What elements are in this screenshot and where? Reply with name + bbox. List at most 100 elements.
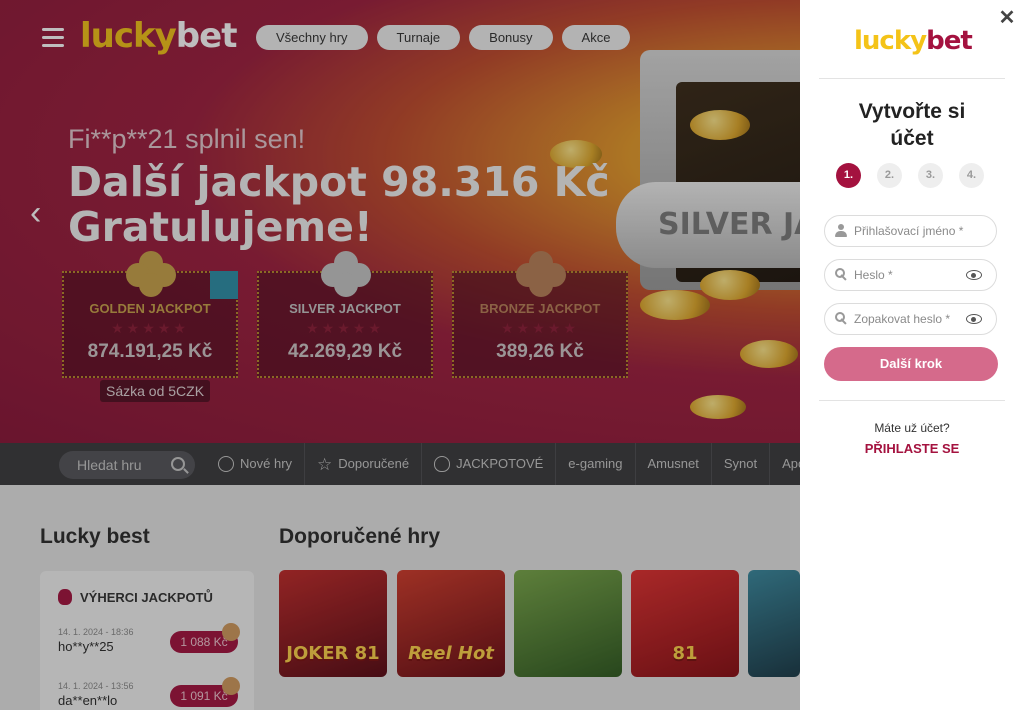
jackpot-title: SILVER JACKPOT bbox=[289, 301, 401, 316]
user-icon bbox=[835, 224, 847, 237]
nav-promotions[interactable]: Akce bbox=[561, 25, 631, 50]
game-tile-label: 81 bbox=[672, 643, 698, 664]
login-link[interactable]: PŘIHLASTE SE bbox=[800, 441, 1024, 456]
signup-title-line2: účet bbox=[890, 127, 934, 150]
category-label: JACKPOTOVÉ bbox=[456, 456, 544, 471]
clover-icon bbox=[222, 677, 240, 695]
signup-panel: luckybet Vytvořte si účet 1. 2. 3. 4. Př… bbox=[800, 0, 1024, 710]
have-account-text: Máte už účet? bbox=[874, 421, 950, 435]
game-search-input[interactable]: Hledat hru bbox=[59, 451, 195, 479]
category-new-games[interactable]: Nové hry bbox=[206, 443, 304, 485]
category-jackpot[interactable]: JACKPOTOVÉ bbox=[421, 443, 555, 485]
password-field[interactable]: Heslo * bbox=[824, 259, 997, 291]
logo-part1: lucky bbox=[80, 16, 177, 56]
signup-title-line1: Vytvořte si bbox=[858, 100, 966, 123]
signup-steps: 1. 2. 3. 4. bbox=[836, 163, 984, 188]
category-label: Synot bbox=[723, 456, 758, 471]
clover-icon bbox=[222, 623, 240, 641]
recommended-games-title: Doporučené hry bbox=[279, 525, 441, 548]
site-logo[interactable]: luckybet bbox=[80, 16, 238, 56]
category-label: e-gaming bbox=[568, 456, 623, 471]
jackpot-amount: 42.269,29 Kč bbox=[287, 341, 403, 362]
new-icon bbox=[218, 456, 234, 472]
game-tile-midnight[interactable] bbox=[748, 570, 800, 677]
category-nav: Nové hry ☆ Doporučené JACKPOTOVÉ e-gaming… bbox=[206, 443, 830, 485]
game-tile-multiplay81[interactable]: 81 bbox=[631, 570, 739, 677]
close-icon[interactable]: ✕ bbox=[998, 8, 1016, 28]
password-repeat-field[interactable]: Zopakovat heslo * bbox=[824, 303, 997, 335]
username-placeholder: Přihlašovací jméno * bbox=[854, 224, 964, 238]
search-icon[interactable] bbox=[171, 457, 185, 471]
winner-row: 14. 1. 2024 - 13:56 da**en**lo 1 091 Kč bbox=[58, 677, 240, 708]
game-tile-reel-hot[interactable]: Reel Hot bbox=[397, 570, 505, 677]
jackpot-amount: 389,26 Kč bbox=[496, 341, 584, 362]
coin-image bbox=[640, 290, 710, 320]
category-label: Amusnet bbox=[647, 456, 699, 471]
panel-logo: luckybet bbox=[854, 26, 973, 56]
divider bbox=[819, 78, 1005, 79]
jackpot-winners-label: VÝHERCI JACKPOTŮ bbox=[80, 589, 213, 605]
lucky-best-title: Lucky best bbox=[40, 525, 150, 548]
carousel-prev-icon[interactable]: ‹ bbox=[30, 194, 41, 233]
jackpot-winners-card: VÝHERCI JACKPOTŮ 14. 1. 2024 - 18:36 ho*… bbox=[40, 571, 254, 710]
jackpot-title: BRONZE JACKPOT bbox=[479, 301, 601, 316]
bet-note: Sázka od 5CZK bbox=[100, 380, 211, 402]
winner-row: 14. 1. 2024 - 18:36 ho**y**25 1 088 Kč bbox=[58, 623, 240, 654]
game-category-bar: Hledat hru Nové hry ☆ Doporučené JACKPOTO… bbox=[0, 443, 818, 485]
category-synot[interactable]: Synot bbox=[710, 443, 769, 485]
bronze-jackpot-card[interactable]: BRONZE JACKPOT ★★★★★ 389,26 Kč bbox=[452, 251, 628, 378]
hero-title-line2: Gratulujeme! bbox=[68, 203, 373, 251]
category-recommended[interactable]: ☆ Doporučené bbox=[304, 443, 421, 485]
star-icon: ☆ bbox=[317, 454, 333, 474]
logo-part1: lucky bbox=[854, 26, 927, 56]
game-tile-label: Reel Hot bbox=[408, 643, 494, 664]
nav-all-games[interactable]: Všechny hry bbox=[256, 25, 368, 50]
jackpot-stars: ★★★★★ bbox=[111, 320, 189, 336]
category-label: Nové hry bbox=[240, 456, 293, 471]
jackpot-stars: ★★★★★ bbox=[501, 320, 579, 336]
jackpot-winners-heading: VÝHERCI JACKPOTŮ bbox=[58, 589, 213, 605]
coin-image bbox=[690, 395, 746, 419]
category-amusnet[interactable]: Amusnet bbox=[634, 443, 711, 485]
game-tile-joker81[interactable]: JOKER 81 bbox=[279, 570, 387, 677]
clover-icon bbox=[126, 251, 176, 297]
password-placeholder: Heslo * bbox=[854, 268, 893, 282]
jackpot-title: GOLDEN JACKPOT bbox=[89, 301, 211, 316]
golden-jackpot-card[interactable]: GOLDEN JACKPOT ★★★★★ 874.191,25 Kč bbox=[62, 251, 238, 378]
jackpot-amount: 874.191,25 Kč bbox=[87, 341, 213, 362]
show-password-icon[interactable] bbox=[966, 270, 982, 280]
coin-image bbox=[700, 270, 760, 300]
jackpot-badge-icon bbox=[210, 271, 238, 299]
category-egaming[interactable]: e-gaming bbox=[555, 443, 634, 485]
clover-icon bbox=[321, 251, 371, 297]
logo-part2: bet bbox=[926, 26, 973, 56]
top-bar: luckybet Všechny hry Turnaje Bonusy Akce bbox=[0, 0, 800, 76]
clover-icon bbox=[516, 251, 566, 297]
key-icon bbox=[835, 312, 847, 325]
step-1: 1. bbox=[836, 163, 861, 188]
divider bbox=[819, 400, 1005, 401]
money-bag-icon bbox=[58, 589, 72, 605]
menu-icon[interactable] bbox=[42, 28, 64, 48]
nav-tournaments[interactable]: Turnaje bbox=[376, 25, 461, 50]
key-icon bbox=[835, 268, 847, 281]
username-field[interactable]: Přihlašovací jméno * bbox=[824, 215, 997, 247]
jackpot-stars: ★★★★★ bbox=[306, 320, 384, 336]
money-bag-icon bbox=[434, 456, 451, 472]
silver-jackpot-card[interactable]: SILVER JACKPOT ★★★★★ 42.269,29 Kč bbox=[257, 251, 433, 378]
show-password-icon[interactable] bbox=[966, 314, 982, 324]
hero-title-line1: Další jackpot 98.316 Kč bbox=[68, 158, 610, 206]
nav-bonuses[interactable]: Bonusy bbox=[469, 25, 553, 50]
hero-subtitle: Fi**p**21 splnil sen! bbox=[68, 124, 306, 154]
main-nav: Všechny hry Turnaje Bonusy Akce bbox=[256, 25, 631, 50]
next-step-button[interactable]: Další krok bbox=[824, 347, 998, 381]
hero-title: Další jackpot 98.316 Kč Gratulujeme! bbox=[68, 160, 610, 250]
game-tile-monsters[interactable] bbox=[514, 570, 622, 677]
password-repeat-placeholder: Zopakovat heslo * bbox=[854, 312, 951, 326]
signup-title: Vytvořte si účet bbox=[800, 98, 1024, 152]
search-placeholder: Hledat hru bbox=[77, 457, 142, 473]
category-label: Doporučené bbox=[338, 456, 410, 471]
step-3: 3. bbox=[918, 163, 943, 188]
coin-image bbox=[740, 340, 798, 368]
logo-part2: bet bbox=[175, 16, 238, 56]
